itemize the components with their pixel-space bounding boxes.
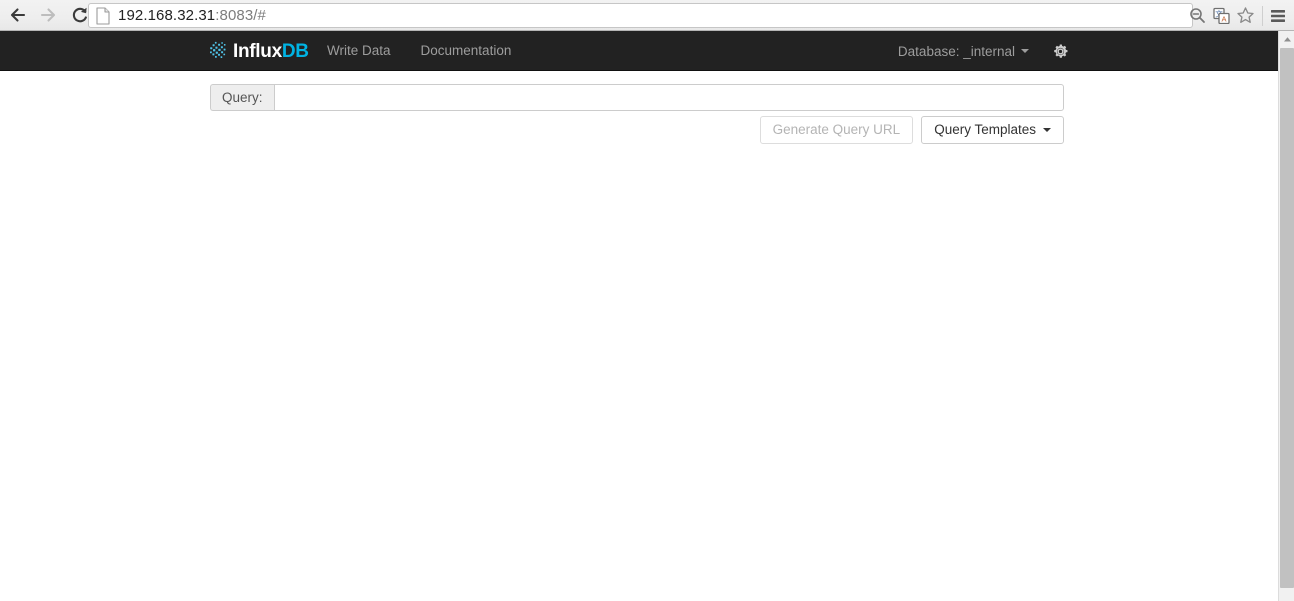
generate-query-url-button[interactable]: Generate Query URL	[759, 116, 914, 144]
brand-influx: Influx	[233, 40, 282, 62]
back-arrow-icon	[10, 8, 26, 22]
navbar-links: Write Data Documentation	[312, 31, 526, 71]
query-templates-label: Query Templates	[934, 122, 1036, 138]
scrollbar-thumb[interactable]	[1280, 48, 1294, 588]
browser-menu-button[interactable]	[1266, 3, 1290, 29]
browser-toolbar-actions: 文 A	[1186, 0, 1294, 31]
translate-button[interactable]: 文 A	[1210, 4, 1232, 28]
query-templates-button[interactable]: Query Templates	[921, 116, 1064, 144]
scrollbar-up-button[interactable]	[1279, 31, 1294, 48]
url-bar[interactable]: 192.168.32.31:8083/#	[88, 3, 1193, 28]
settings-button[interactable]	[1052, 42, 1070, 60]
svg-text:A: A	[1221, 14, 1226, 23]
query-input-group: Query:	[210, 84, 1064, 111]
hamburger-menu-icon	[1271, 9, 1285, 22]
chevron-down-icon	[1043, 128, 1051, 132]
reload-icon	[72, 7, 88, 23]
influxdb-logo[interactable]: InfluxDB	[209, 31, 309, 71]
url-text: 192.168.32.31:8083/#	[118, 7, 266, 24]
url-host: 192.168.32.31	[118, 7, 216, 24]
bookmark-button[interactable]	[1234, 4, 1256, 28]
page-icon	[96, 6, 110, 25]
chevron-up-icon	[1283, 37, 1291, 42]
query-actions: Generate Query URL Query Templates	[210, 116, 1064, 144]
brand-db: DB	[281, 40, 309, 62]
page-scrollbar[interactable]	[1278, 31, 1294, 601]
translate-icon: 文 A	[1212, 7, 1230, 24]
brand-text: InfluxDB	[233, 42, 309, 61]
query-input[interactable]	[273, 84, 1064, 111]
influxdb-navbar: InfluxDB Write Data Documentation Databa…	[0, 31, 1278, 71]
gear-icon	[1054, 44, 1068, 58]
zoom-out-icon	[1189, 8, 1205, 23]
bookmark-star-icon	[1236, 7, 1254, 23]
browser-toolbar: 192.168.32.31:8083/# 文 A	[0, 0, 1294, 31]
nav-link-documentation[interactable]: Documentation	[406, 31, 527, 71]
nav-link-write-data[interactable]: Write Data	[312, 31, 406, 71]
influxdb-particles-icon	[210, 41, 226, 58]
toolbar-divider	[1262, 5, 1263, 26]
page-viewport: InfluxDB Write Data Documentation Databa…	[0, 31, 1294, 601]
browser-forward-button	[35, 2, 61, 28]
browser-back-button[interactable]	[5, 2, 31, 28]
navbar-right: Database: _internal	[898, 31, 1070, 71]
url-port-path: :8083/#	[215, 7, 266, 24]
database-selector-label: Database: _internal	[897, 43, 1015, 59]
database-selector[interactable]: Database: _internal	[898, 44, 1029, 59]
chevron-down-icon	[1021, 49, 1029, 53]
zoom-out-button[interactable]	[1186, 4, 1208, 28]
query-label: Query:	[210, 84, 274, 111]
forward-arrow-icon	[40, 8, 56, 22]
